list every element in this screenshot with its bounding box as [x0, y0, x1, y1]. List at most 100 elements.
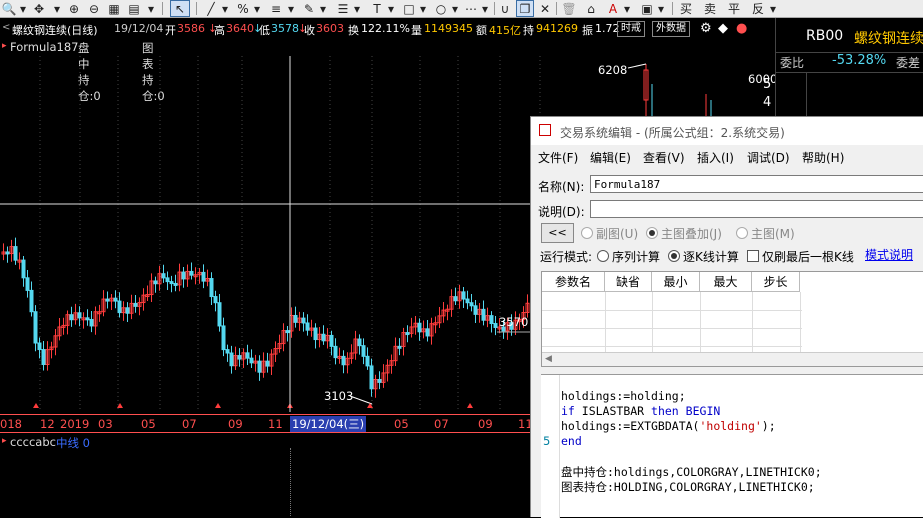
dropdown-icon[interactable]: ▾ — [450, 0, 460, 17]
col-param-name[interactable]: 参数名 — [542, 272, 605, 292]
menu-edit[interactable]: 编辑(E) — [590, 149, 631, 166]
grid-icon[interactable]: ▦ — [106, 0, 122, 17]
menu-insert[interactable]: 插入(I) — [697, 149, 734, 166]
dropdown-icon[interactable]: ▾ — [386, 0, 396, 17]
desc-input[interactable] — [590, 200, 923, 218]
dropdown-icon[interactable]: ▾ — [286, 0, 296, 17]
axis-level-label: 5 — [763, 77, 772, 92]
dropdown-icon[interactable]: ▾ — [318, 0, 328, 17]
weibi-label: 委比 — [780, 56, 805, 70]
dropdown-icon[interactable]: ▾ — [146, 0, 156, 17]
signal-arrow-icon — [467, 403, 473, 408]
font-color-icon[interactable]: A — [606, 0, 620, 17]
dialog-titlebar[interactable]: 交易系统编辑 - (所属公式组：2.系统交易) — [531, 117, 923, 145]
buy-button[interactable]: 买 — [678, 0, 694, 17]
candle-body — [397, 345, 402, 349]
horizontal-scrollbar[interactable]: ◀ — [542, 352, 923, 366]
alert-icon[interactable]: ● — [736, 21, 747, 36]
zoom-icon[interactable]: 🔍 — [2, 0, 17, 17]
chart-header: < 螺纹钢连续(日线) 19/12/04 开 3586 ↓ 高 3640 ↓ 低… — [0, 18, 775, 40]
checkbox-icon — [747, 250, 759, 262]
col-max[interactable]: 最大 — [700, 272, 752, 292]
candle-body — [425, 328, 430, 337]
radio-main-overlay[interactable]: 主图叠加(J) — [646, 225, 722, 242]
line-tool-icon[interactable]: ╱ — [204, 0, 218, 17]
fib-tool-icon[interactable]: ≡ — [268, 0, 284, 17]
name-input[interactable]: Formula187 — [590, 175, 923, 193]
menu-debug[interactable]: 调试(D) — [747, 149, 790, 166]
close-icon[interactable]: ✕ — [538, 0, 552, 17]
zoom-in-icon[interactable]: ⊕ — [66, 0, 82, 17]
dropdown-icon[interactable]: ▾ — [622, 0, 632, 17]
high-pointer — [627, 63, 647, 69]
gear-icon[interactable]: ⚙ — [700, 21, 712, 36]
reverse-button[interactable]: 反 — [750, 0, 766, 17]
trash-icon[interactable]: 🗑 — [561, 0, 576, 17]
magnet-icon[interactable]: ∪ — [498, 0, 512, 17]
save-icon[interactable]: ▣ — [640, 0, 654, 17]
param-table[interactable]: 参数名 缺省 最小 最大 步长 ◀ — [541, 271, 923, 367]
dropdown-icon[interactable]: ▾ — [220, 0, 230, 17]
cursor-tool-icon[interactable]: ↖ — [170, 0, 190, 17]
candle-body — [417, 322, 422, 333]
signal-arrow-icon — [367, 403, 373, 408]
radio-sub-chart[interactable]: 副图(U) — [581, 225, 638, 242]
dropdown-icon[interactable]: ▾ — [480, 0, 490, 17]
dropdown-icon[interactable]: ▾ — [252, 0, 262, 17]
close-position-button[interactable]: 平 — [726, 0, 742, 17]
move-icon[interactable]: ✥ — [32, 0, 46, 17]
collapse-icon[interactable]: < — [2, 22, 10, 33]
layout-icon[interactable]: ▤ — [126, 0, 142, 17]
menu-view[interactable]: 查看(V) — [643, 149, 685, 166]
formula-name[interactable]: Formula187 — [10, 40, 78, 54]
text-tool-icon[interactable]: T — [370, 0, 384, 17]
candle-body — [301, 317, 306, 324]
code-line: end — [561, 434, 582, 448]
pen-tool-icon[interactable]: ✎ — [302, 0, 316, 17]
dropdown-icon[interactable]: ▾ — [352, 0, 362, 17]
radio-main-chart[interactable]: 主图(M) — [736, 225, 795, 242]
radio-icon — [668, 250, 680, 262]
list-tool-icon[interactable]: ☰ — [336, 0, 350, 17]
indicator-name[interactable]: ccccabc — [10, 435, 56, 449]
menu-file[interactable]: 文件(F) — [538, 149, 578, 166]
high-value: 3640 — [226, 22, 254, 35]
copy-icon[interactable]: ❐ — [516, 0, 534, 17]
code-line: if ISLASTBAR then BEGIN — [561, 404, 721, 418]
dropdown-icon[interactable]: ▾ — [50, 0, 64, 17]
candle-body — [209, 278, 214, 298]
radio-bar-calc[interactable]: 逐K线计算 — [668, 248, 739, 265]
candle-body — [77, 312, 82, 319]
col-default[interactable]: 缺省 — [605, 272, 652, 292]
percent-tool-icon[interactable]: % — [236, 0, 250, 17]
menu-help[interactable]: 帮助(H) — [802, 149, 844, 166]
lock-icon[interactable]: ⌂ — [584, 0, 598, 17]
col-min[interactable]: 最小 — [652, 272, 700, 292]
ext-data-tag-button[interactable]: 外数据 — [652, 21, 690, 37]
line-number: 5 — [543, 434, 551, 448]
code-editor[interactable]: holdings:=holding; if ISLASTBAR then BEGI… — [541, 374, 923, 518]
ellipse-tool-icon[interactable]: ○ — [434, 0, 448, 17]
candle-body — [285, 330, 290, 334]
zoom-out-icon[interactable]: ⊖ — [86, 0, 102, 17]
dropdown-icon[interactable]: ▾ — [656, 0, 666, 17]
dropdown-icon[interactable]: ▾ — [18, 0, 28, 17]
radio-sequence-calc[interactable]: 序列计算 — [597, 248, 660, 265]
bar-date: 19/12/04 — [114, 22, 164, 35]
scroll-left-icon[interactable]: ◀ — [545, 354, 552, 364]
col-step[interactable]: 步长 — [752, 272, 800, 292]
candle-body — [225, 349, 230, 354]
dropdown-icon[interactable]: ▾ — [768, 0, 778, 17]
dropdown-icon[interactable]: ▾ — [418, 0, 428, 17]
hold-value: 941269 — [536, 22, 578, 35]
time-tag-button[interactable]: 时戒 — [617, 21, 645, 37]
mode-help-link[interactable]: 模式说明 — [865, 246, 913, 263]
collapse-button[interactable]: << — [541, 223, 574, 243]
sell-button[interactable]: 卖 — [702, 0, 718, 17]
code-line: 盘中持仓:holdings,COLORGRAY,LINETHICK0; — [561, 465, 822, 479]
more-tool-icon[interactable]: ⋯ — [464, 0, 478, 17]
only-last-bar-checkbox[interactable]: 仅刷最后一根K线 — [747, 248, 854, 265]
quote-code: RB00 — [806, 28, 844, 44]
diamond-icon[interactable]: ◆ — [718, 21, 728, 36]
rect-tool-icon[interactable]: □ — [402, 0, 416, 17]
